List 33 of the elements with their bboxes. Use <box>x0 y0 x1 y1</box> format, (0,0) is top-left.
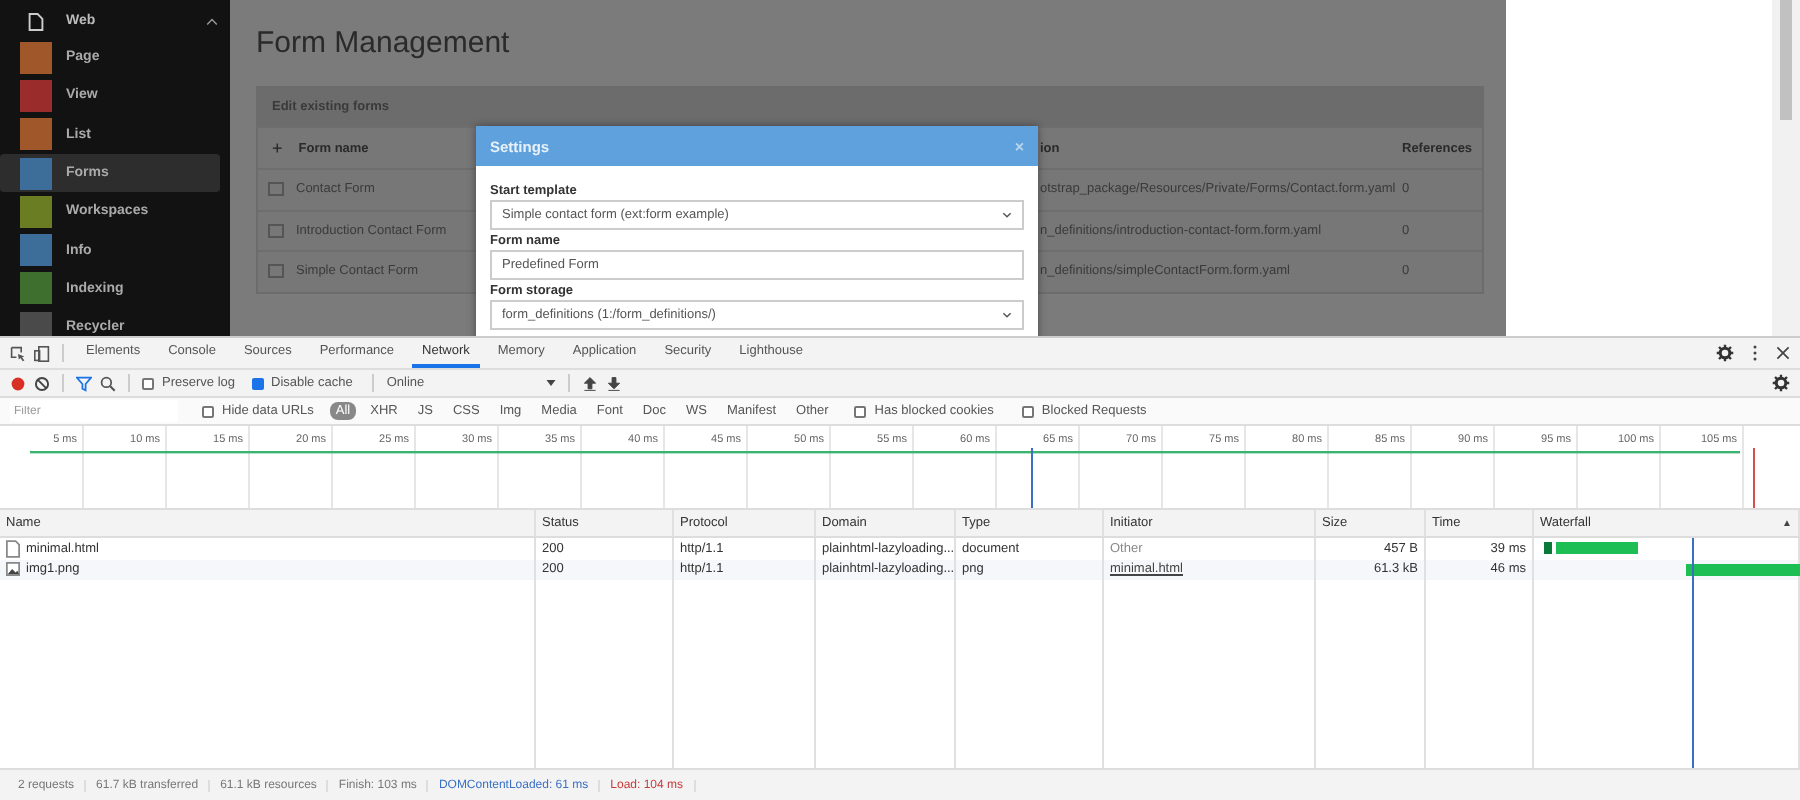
load-marker <box>1753 448 1755 508</box>
form-icon <box>268 223 284 238</box>
inspect-icon[interactable] <box>10 345 26 361</box>
clear-icon[interactable] <box>34 375 50 391</box>
search-icon[interactable] <box>100 375 116 391</box>
waterfall-bar <box>1544 542 1552 554</box>
waterfall-bar <box>1556 542 1638 554</box>
settings-icon[interactable] <box>1716 344 1734 362</box>
device-icon[interactable] <box>34 345 50 361</box>
document-icon <box>28 11 44 31</box>
record-button[interactable] <box>10 375 26 391</box>
download-icon[interactable] <box>606 375 623 391</box>
checkbox[interactable] <box>142 377 154 389</box>
caret-icon[interactable] <box>1002 212 1012 218</box>
more-icon[interactable] <box>1752 344 1758 362</box>
close-icon[interactable] <box>1776 346 1790 360</box>
checkbox[interactable] <box>251 377 263 389</box>
settings-icon[interactable] <box>1772 374 1790 392</box>
dom-content-loaded-marker <box>1031 448 1033 508</box>
waterfall-bar <box>1686 563 1800 575</box>
filter-icon[interactable] <box>76 375 92 391</box>
upload-icon[interactable] <box>582 375 599 391</box>
scrollbar[interactable] <box>1772 0 1800 336</box>
caret-icon[interactable] <box>1002 312 1012 318</box>
caret-icon[interactable] <box>546 380 557 386</box>
chevron-icon[interactable] <box>206 17 218 25</box>
page-title: Form Management <box>256 26 512 64</box>
form-icon <box>268 264 284 279</box>
checkbox[interactable] <box>202 405 214 417</box>
checkbox[interactable] <box>1021 405 1034 417</box>
checkbox[interactable] <box>854 405 867 417</box>
form-icon <box>268 182 284 197</box>
add-button[interactable]: + <box>268 138 287 158</box>
